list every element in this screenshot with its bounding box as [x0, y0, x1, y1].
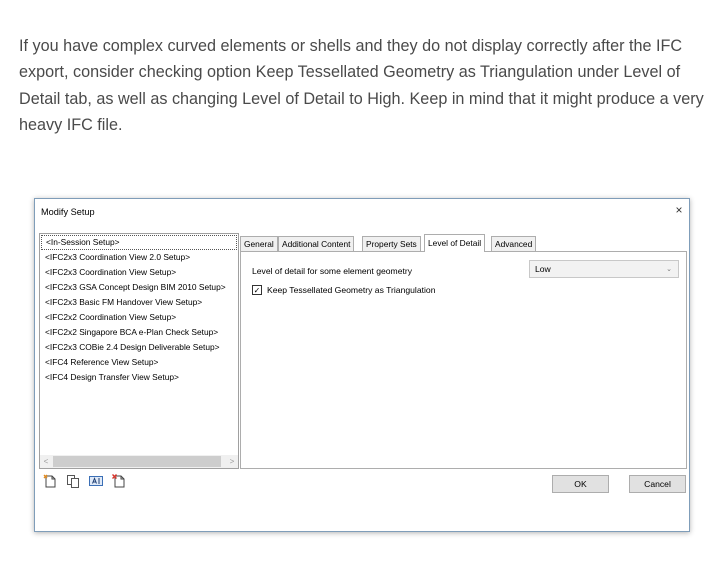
- setup-item-in-session[interactable]: <In-Session Setup>: [41, 235, 237, 250]
- close-icon[interactable]: ×: [671, 202, 687, 218]
- setup-item-ifc2x2-cv[interactable]: <IFC2x2 Coordination View Setup>: [40, 310, 238, 325]
- chevron-down-icon: ⌄: [666, 266, 672, 273]
- setup-item-ifc2x3-gsa[interactable]: <IFC2x3 GSA Concept Design BIM 2010 Setu…: [40, 280, 238, 295]
- ok-button[interactable]: OK: [552, 475, 609, 493]
- article-paragraph: If you have complex curved elements or s…: [19, 37, 704, 134]
- delete-setup-icon[interactable]: [112, 474, 126, 488]
- tab-property-sets[interactable]: Property Sets: [362, 236, 421, 251]
- setup-item-ifc2x3-cv[interactable]: <IFC2x3 Coordination View Setup>: [40, 265, 238, 280]
- keep-tessellated-label[interactable]: Keep Tessellated Geometry as Triangulati…: [267, 285, 435, 296]
- setup-item-ifc2x2-bca[interactable]: <IFC2x2 Singapore BCA e-Plan Check Setup…: [40, 325, 238, 340]
- scrollbar-thumb[interactable]: [53, 456, 221, 467]
- level-of-detail-label: Level of detail for some element geometr…: [252, 266, 413, 276]
- dialog-title: Modify Setup: [41, 207, 95, 217]
- setup-item-ifc2x3-fm[interactable]: <IFC2x3 Basic FM Handover View Setup>: [40, 295, 238, 310]
- setup-list[interactable]: <In-Session Setup> <IFC2x3 Coordination …: [39, 233, 239, 469]
- tab-level-of-detail[interactable]: Level of Detail: [424, 234, 486, 252]
- tab-advanced[interactable]: Advanced: [491, 236, 537, 251]
- level-of-detail-dropdown[interactable]: Low ⌄: [529, 260, 679, 278]
- setup-item-ifc4-rv[interactable]: <IFC4 Reference View Setup>: [40, 355, 238, 370]
- tab-additional-content[interactable]: Additional Content: [278, 236, 355, 251]
- horizontal-scrollbar[interactable]: < >: [40, 455, 238, 468]
- tab-general[interactable]: General: [240, 236, 278, 251]
- modify-setup-dialog: Modify Setup × <In-Session Setup> <IFC2x…: [34, 198, 690, 532]
- new-setup-icon[interactable]: [43, 474, 57, 488]
- setup-item-ifc2x3-cobie[interactable]: <IFC2x3 COBie 2.4 Design Deliverable Set…: [40, 340, 238, 355]
- scroll-right-icon[interactable]: >: [226, 455, 238, 468]
- rename-setup-icon[interactable]: [89, 474, 103, 488]
- duplicate-setup-icon[interactable]: [66, 474, 80, 488]
- scroll-left-icon[interactable]: <: [40, 455, 52, 468]
- setup-item-ifc2x3-cv2[interactable]: <IFC2x3 Coordination View 2.0 Setup>: [40, 250, 238, 265]
- level-of-detail-panel: Level of detail for some element geometr…: [240, 251, 687, 469]
- keep-tessellated-checkbox[interactable]: ✓: [252, 285, 262, 295]
- level-of-detail-value: Low: [535, 264, 551, 274]
- cancel-button[interactable]: Cancel: [629, 475, 686, 493]
- setup-item-ifc4-dt[interactable]: <IFC4 Design Transfer View Setup>: [40, 370, 238, 385]
